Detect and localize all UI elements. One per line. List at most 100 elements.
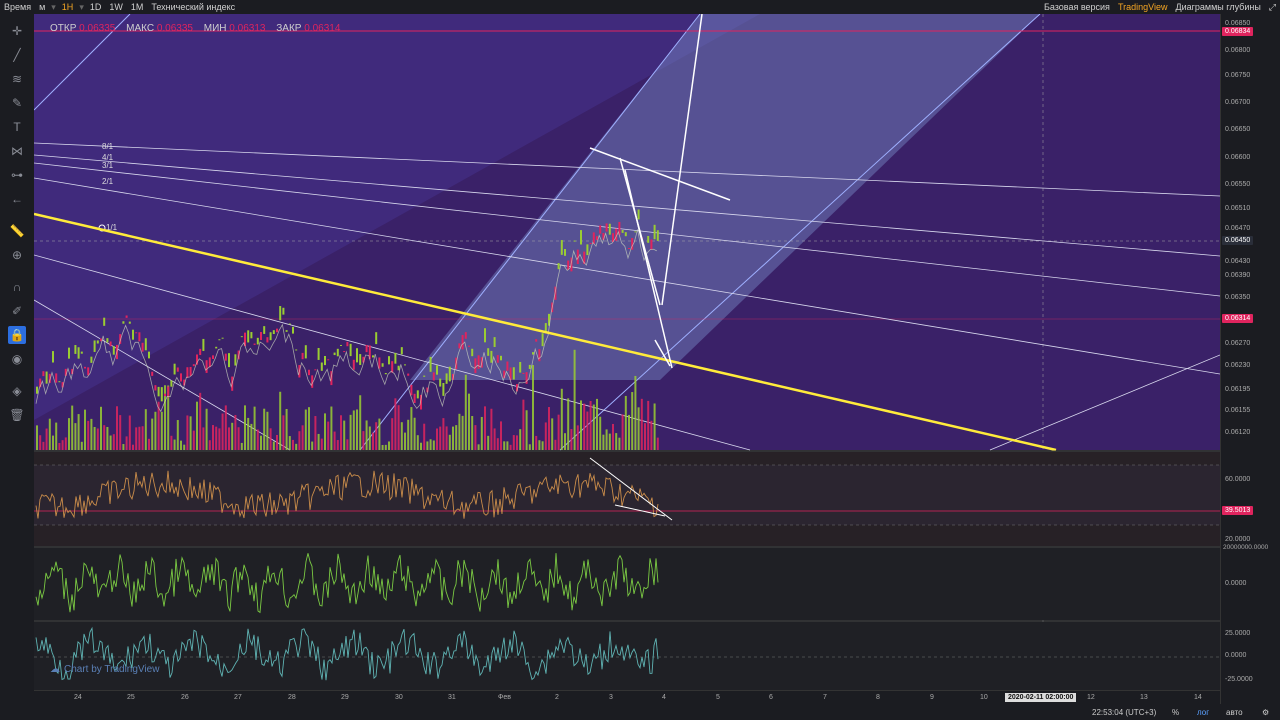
price-label: 0.06550 [1225,181,1251,188]
minute-dropdown[interactable]: м [35,0,49,14]
basic-version-button[interactable]: Базовая версия [1040,0,1114,14]
price-label: 0.06470 [1225,225,1251,232]
volume-bar [653,403,656,450]
interval-1h-button[interactable]: 1H [58,0,78,14]
time-label: 12 [1087,694,1095,701]
volume-bar [272,441,275,450]
osc2-pane-bg [34,622,1220,690]
candle [218,339,221,341]
price-label: 0.06510 [1225,205,1251,212]
volume-bar [576,425,579,450]
magnet-icon[interactable]: ∩ [8,278,26,296]
volume-bar [314,416,317,450]
volume-bar [279,391,282,450]
rsi-value-tag: 39.5013 [1222,506,1254,515]
candle [506,361,509,371]
back-arrow-icon[interactable]: ← [8,190,26,208]
price-label: 0.06650 [1225,126,1251,133]
interval-1m-button[interactable]: 1M [127,0,148,14]
time-label: 8 [876,694,880,701]
log-toggle[interactable]: лог [1197,708,1209,717]
candle [599,225,602,234]
high-price-tag: 0.06834 [1222,27,1254,36]
auto-toggle[interactable]: авто [1226,708,1243,717]
volume-bar [410,407,413,450]
volume-bar [39,435,42,450]
interval-1d-button[interactable]: 1D [86,0,106,14]
percent-toggle[interactable]: % [1172,708,1179,717]
zoom-icon[interactable]: ⊕ [8,246,26,264]
volume-bar [212,425,214,450]
volume-bar [263,408,266,450]
candle [388,356,390,365]
candle [263,326,266,334]
candle [464,332,467,339]
candle [164,393,166,397]
chart-area[interactable]: 8/1 4/1 3/1 2/1 1/1 [34,14,1220,690]
trendline-icon[interactable]: ╱ [8,46,26,64]
volume-bar [42,441,45,450]
open-label: ОТКР [50,23,77,34]
tradingview-button[interactable]: TradingView [1114,0,1172,14]
volume-bar [602,434,605,450]
candle [448,366,451,382]
high-value: 0.06335 [156,23,193,34]
candle [77,347,80,359]
fibonacci-icon[interactable]: ≋ [8,70,26,88]
crosshair-icon[interactable]: ✛ [8,22,26,40]
candle [144,338,147,351]
candle [285,330,288,332]
layers-icon[interactable]: ◈ [8,382,26,400]
candle [653,224,656,240]
candle [96,340,99,344]
candle [192,364,195,367]
price-scale[interactable]: 0.06850 0.06800 0.06750 0.06700 0.06650 … [1220,14,1280,704]
volume-bar [244,405,246,450]
gear-icon[interactable]: ⚙ [1262,708,1269,717]
volume-bar [484,406,486,450]
open-value: 0.06335 [79,23,116,34]
volume-bar [93,426,96,450]
candle [180,373,182,382]
chevron-down-icon[interactable]: ▾ [77,0,86,14]
indicators-button[interactable]: Технический индекс [147,0,239,14]
candle [400,347,403,355]
volume-bar [240,442,243,450]
volume-bar [436,428,438,450]
interval-1w-button[interactable]: 1W [105,0,127,14]
trash-icon[interactable]: 🗑 [8,406,26,424]
volume-bar [432,440,435,450]
volume-bar [365,420,368,450]
candle [580,230,582,245]
volume-bar [560,388,563,450]
lock-drawing-icon[interactable]: ✐ [8,302,26,320]
volume-bar [260,435,262,450]
volume-bar [221,413,224,450]
brush-icon[interactable]: ✎ [8,94,26,112]
volume-bar [458,413,461,450]
ruler-icon[interactable]: 📏 [8,222,26,240]
volume-bar [656,437,659,450]
depth-chart-button[interactable]: Диаграммы глубины [1171,0,1264,14]
fullscreen-icon[interactable]: ⤢ [1265,0,1280,14]
candle [52,351,54,363]
candle [650,239,653,250]
pattern-icon[interactable]: ⋈ [8,142,26,160]
volume-bar [199,392,202,450]
volume-bar [544,422,547,450]
text-icon[interactable]: T [8,118,26,136]
volume-bar [356,409,358,450]
candle [647,235,650,243]
lock-icon[interactable]: 🔒 [8,326,26,344]
chevron-down-icon[interactable]: ▾ [49,0,58,14]
volume-bar [420,442,422,450]
candle [381,363,384,367]
volume-bar [640,398,643,450]
candle [279,306,282,321]
volume-bar [256,429,259,450]
eye-icon[interactable]: ◉ [8,350,26,368]
volume-bar [487,435,490,450]
prediction-icon[interactable]: ⊶ [8,166,26,184]
volume-bar [224,405,227,450]
candle [532,352,534,355]
